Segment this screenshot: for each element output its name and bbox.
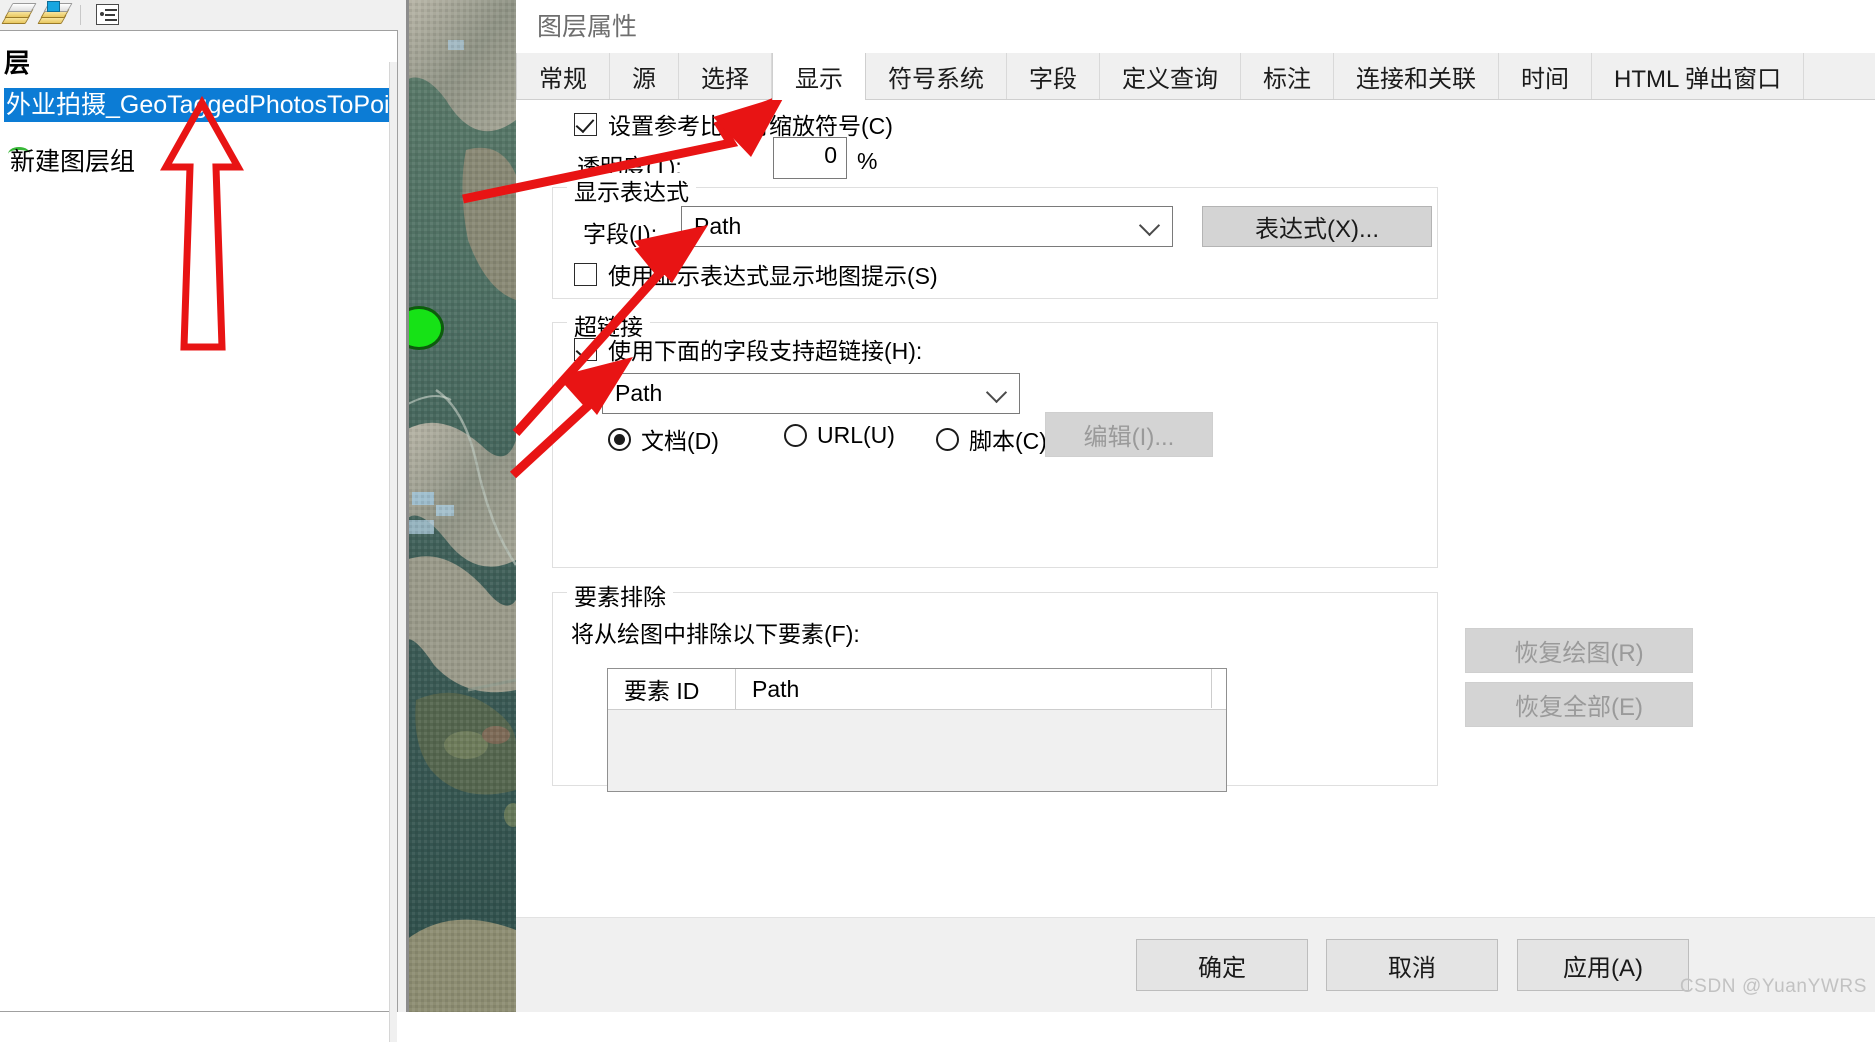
cancel-button[interactable]: 取消 (1326, 939, 1498, 991)
radio-document[interactable] (608, 427, 631, 451)
column-header-feature-id: 要素 ID (608, 669, 736, 709)
watermark: CSDN @YuanYWRS (1679, 976, 1867, 997)
chevron-down-icon (985, 381, 1008, 403)
tab-symbology[interactable]: 符号系统 (866, 53, 1007, 99)
tab-source[interactable]: 源 (610, 53, 679, 99)
add-layer-icon[interactable] (37, 1, 73, 28)
scale-symbols-label: 设置参考比例时缩放符号(C) (608, 113, 893, 139)
toc-scrollbar[interactable] (389, 62, 397, 1042)
tab-time[interactable]: 时间 (1499, 53, 1592, 99)
map-view[interactable] (406, 0, 516, 1012)
hyperlink-enable-checkbox[interactable] (574, 337, 597, 361)
column-header-path: Path (752, 675, 800, 702)
dialog-title: 图层属性 (537, 13, 638, 41)
ok-button[interactable]: 确定 (1136, 939, 1308, 991)
feature-exclusion-description: 将从绘图中排除以下要素(F): (571, 621, 860, 647)
radio-document-label: 文档(D) (641, 428, 719, 454)
toc-toolbar (0, 0, 406, 30)
restore-drawing-button[interactable]: 恢复绘图(R) (1465, 628, 1693, 673)
scale-symbols-checkbox-row[interactable]: 设置参考比例时缩放符号(C) (574, 107, 893, 141)
maptip-checkbox-row[interactable]: 使用显示表达式显示地图提示(S) (574, 257, 938, 291)
toc-root-label: 层 (4, 48, 31, 78)
dialog-footer: 确定 取消 应用(A) CSDN @YuanYWRS (516, 917, 1875, 1012)
toc-tree: 层 外业拍摄_GeoTaggedPhotosToPoint 新建图层组 (0, 30, 398, 1042)
chevron-down-icon (1138, 214, 1161, 236)
apply-button[interactable]: 应用(A) (1517, 939, 1689, 991)
excluded-features-table[interactable]: 要素 ID Path (607, 668, 1227, 792)
tab-display[interactable]: 显示 (772, 53, 866, 100)
field-label: 字段(I): (583, 221, 658, 247)
table-scrollbar[interactable] (1211, 669, 1226, 708)
tab-general[interactable]: 常规 (516, 53, 610, 99)
maptip-checkbox[interactable] (574, 262, 597, 286)
tab-fields[interactable]: 字段 (1007, 53, 1100, 99)
display-expression-title: 显示表达式 (567, 173, 696, 207)
maptip-label: 使用显示表达式显示地图提示(S) (608, 263, 938, 289)
table-of-contents-panel: 层 外业拍摄_GeoTaggedPhotosToPoint 新建图层组 (0, 0, 406, 1042)
transparency-input[interactable]: 0 (773, 137, 847, 179)
list-by-source-icon[interactable] (93, 2, 123, 28)
toc-group-layer-item[interactable]: 新建图层组 (10, 147, 135, 177)
radio-script[interactable] (936, 427, 959, 451)
layer-properties-dialog: 图层属性 常规 源 选择 显示 符号系统 字段 定义查询 标注 连接和关联 时间… (516, 0, 1875, 1012)
tab-labels[interactable]: 标注 (1241, 53, 1334, 99)
tab-selection[interactable]: 选择 (679, 53, 772, 99)
toc-layer-item-selected[interactable]: 外业拍摄_GeoTaggedPhotosToPoint (4, 88, 396, 122)
tab-bar: 常规 源 选择 显示 符号系统 字段 定义查询 标注 连接和关联 时间 HTML… (516, 53, 1875, 100)
radio-script-label: 脚本(C) (969, 428, 1047, 454)
tab-joins-relates[interactable]: 连接和关联 (1334, 53, 1499, 99)
hyperlink-type-url[interactable]: URL(U) (784, 422, 895, 449)
radio-url[interactable] (784, 424, 807, 447)
transparency-unit: % (857, 148, 878, 174)
scale-symbols-checkbox[interactable] (574, 112, 597, 136)
hyperlink-enable-label: 使用下面的字段支持超链接(H): (608, 338, 923, 364)
toolbar-divider (80, 5, 81, 25)
excluded-features-table-header: 要素 ID Path (608, 669, 1226, 710)
hyperlink-type-document[interactable]: 文档(D) (608, 422, 719, 456)
tab-definition-query[interactable]: 定义查询 (1100, 53, 1241, 99)
hyperlink-edit-button[interactable]: 编辑(I)... (1045, 412, 1213, 457)
hyperlink-field-combobox[interactable]: Path (602, 373, 1020, 414)
satellite-imagery (406, 0, 516, 1012)
display-field-combobox[interactable]: Path (681, 206, 1173, 247)
hyperlink-enable-row[interactable]: 使用下面的字段支持超链接(H): (574, 332, 922, 366)
feature-exclusion-title: 要素排除 (567, 578, 673, 612)
restore-all-button[interactable]: 恢复全部(E) (1465, 682, 1693, 727)
map-border (406, 0, 409, 1012)
display-tab-pane: 设置参考比例时缩放符号(C) 透明度(T): 0 % 显示表达式 字段(I): … (516, 100, 1875, 917)
hyperlink-field-value: Path (615, 380, 663, 406)
feature-exclusion-group: 要素排除 将从绘图中排除以下要素(F): 要素 ID Path (552, 578, 1438, 792)
expression-button[interactable]: 表达式(X)... (1202, 206, 1432, 247)
layers-icon[interactable] (1, 2, 37, 28)
excluded-features-table-body (608, 710, 1226, 791)
hyperlink-type-script[interactable]: 脚本(C) (936, 422, 1047, 456)
display-field-value: Path (694, 213, 742, 239)
tab-html-popup[interactable]: HTML 弹出窗口 (1592, 53, 1805, 99)
radio-url-label: URL(U) (817, 422, 895, 448)
